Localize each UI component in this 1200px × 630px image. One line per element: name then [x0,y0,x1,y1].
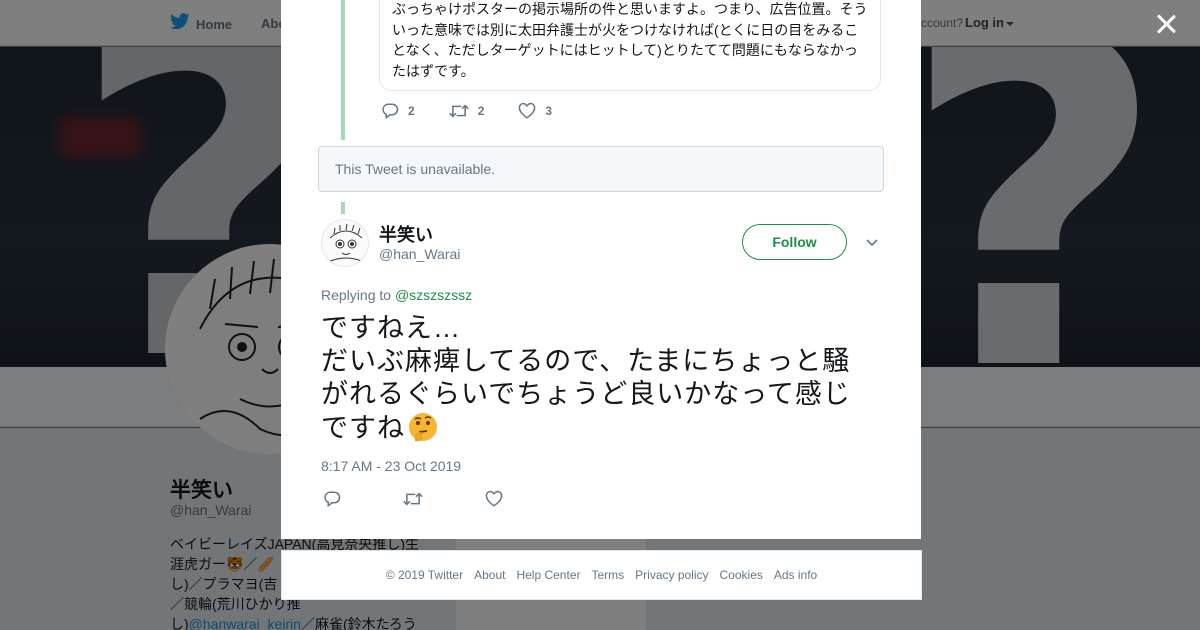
avatar-drawing [327,223,365,263]
footer-link-about[interactable]: About [474,568,505,582]
tweet-actions [323,490,565,508]
footer-link-cookies[interactable]: Cookies [720,568,763,582]
footer-link-help-center[interactable]: Help Center [516,568,580,582]
retweet-icon [403,492,423,506]
like-button[interactable]: 3 [518,102,552,120]
tweet-author-handle[interactable]: @han_Warai [379,246,460,262]
replying-to-handle[interactable]: @szszszssz [395,287,472,303]
reply-button[interactable]: 2 [381,102,415,120]
footer-link-terms[interactable]: Terms [591,568,624,582]
thinking-face-icon [407,411,439,443]
like-button[interactable] [485,490,503,508]
heart-icon [519,102,536,119]
tweet-text-line: だいぶ麻痺してるので、たまにちょっと騒がれるぐらいでちょうど良いかなって感じです… [321,346,851,443]
tweet-timestamp[interactable]: 8:17 AM - 23 Oct 2019 [321,458,461,474]
tweet-text-line: ですねえ… [321,313,461,343]
reply-button[interactable] [323,490,341,508]
replying-to-label: Replying to [321,287,392,303]
footer-link-ads-info[interactable]: Ads info [774,568,817,582]
retweet-button[interactable]: 2 [448,102,485,120]
retweet-count: 2 [477,104,485,118]
like-count: 3 [545,104,553,118]
heart-icon [485,490,503,507]
retweet-button[interactable] [403,490,423,508]
reply-count: 2 [408,104,415,118]
chevron-down-icon[interactable] [863,234,881,252]
modal-footer: © 2019 Twitter About Help Center Terms P… [281,550,922,600]
tweet-author-avatar[interactable] [321,219,369,267]
tweet-text: ですねえ… だいぶ麻痺してるので、たまにちょっと騒がれるぐらいでちょうど良いかな… [321,312,866,445]
footer-link-privacy[interactable]: Privacy policy [635,568,708,582]
reply-icon [382,103,399,120]
footer-copyright: © 2019 Twitter [385,568,464,582]
previous-tweet-actions: 2 2 3 [381,102,552,120]
unavailable-tweet-notice: This Tweet is unavailable. [318,146,884,192]
follow-button[interactable]: Follow [742,224,847,260]
tweet-author-name[interactable]: 半笑い [379,221,433,247]
reply-icon [324,491,341,508]
replying-to: Replying to @szszszssz [321,287,472,303]
previous-tweet-text: ぶっちゃけポスターの掲示場所の件と思いますよ。つまり、広告位置。そういった意味で… [392,1,868,79]
thread-connector-line [341,202,345,214]
previous-tweet-body[interactable]: ぶっちゃけポスターの掲示場所の件と思いますよ。つまり、広告位置。そういった意味で… [379,0,881,91]
retweet-icon [448,104,469,118]
tweet-text-body: だいぶ麻痺してるので、たまにちょっと騒がれるぐらいでちょうど良いかなって感じです… [321,345,866,445]
close-icon[interactable] [1152,10,1180,38]
thread-connector-line [341,0,345,140]
